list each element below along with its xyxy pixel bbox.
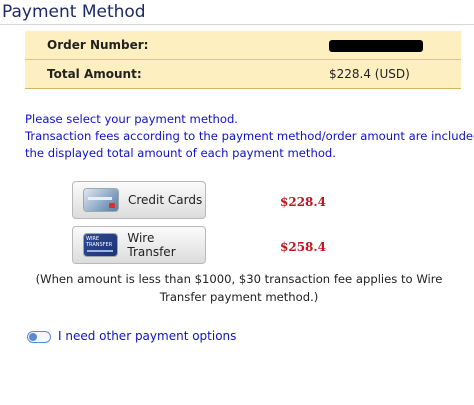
- credit-cards-label: Credit Cards: [128, 193, 203, 207]
- page-title: Payment Method: [2, 2, 146, 22]
- payment-instructions: Please select your payment method. Trans…: [25, 111, 474, 162]
- instruction-line-1: Please select your payment method.: [25, 112, 238, 126]
- total-amount-label: Total Amount:: [25, 59, 247, 89]
- wire-transfer-icon: WIRE TRANSFER: [84, 234, 118, 256]
- total-amount-value: $228.4 (USD): [247, 59, 461, 89]
- fee-note-line-2: Transfer payment method.): [159, 290, 319, 304]
- other-options-toggle[interactable]: [27, 331, 51, 343]
- order-summary-table: Order Number: Total Amount: $228.4 (USD): [25, 31, 461, 89]
- toggle-knob: [29, 333, 37, 341]
- fee-note-line-1: (When amount is less than $1000, $30 tra…: [35, 272, 443, 286]
- credit-cards-button[interactable]: Credit Cards: [72, 181, 206, 219]
- instruction-line-3: the displayed total amount of each payme…: [25, 146, 336, 160]
- wire-fee-note: (When amount is less than $1000, $30 tra…: [25, 270, 453, 306]
- redacted-order-number: [329, 39, 423, 52]
- order-number-value: [247, 31, 461, 60]
- wire-transfer-button[interactable]: WIRE TRANSFER Wire Transfer: [72, 226, 206, 264]
- order-number-label: Order Number:: [25, 31, 247, 60]
- credit-cards-price: $228.4: [280, 195, 326, 209]
- wire-transfer-price: $258.4: [280, 240, 326, 254]
- order-number-row: Order Number:: [25, 31, 461, 60]
- title-divider: [0, 24, 474, 25]
- total-amount-row: Total Amount: $228.4 (USD): [25, 59, 461, 89]
- wire-transfer-label: Wire Transfer: [127, 231, 176, 259]
- instruction-line-2: Transaction fees according to the paymen…: [25, 129, 474, 143]
- other-options-label[interactable]: I need other payment options: [58, 329, 236, 343]
- credit-card-icon: [84, 189, 118, 211]
